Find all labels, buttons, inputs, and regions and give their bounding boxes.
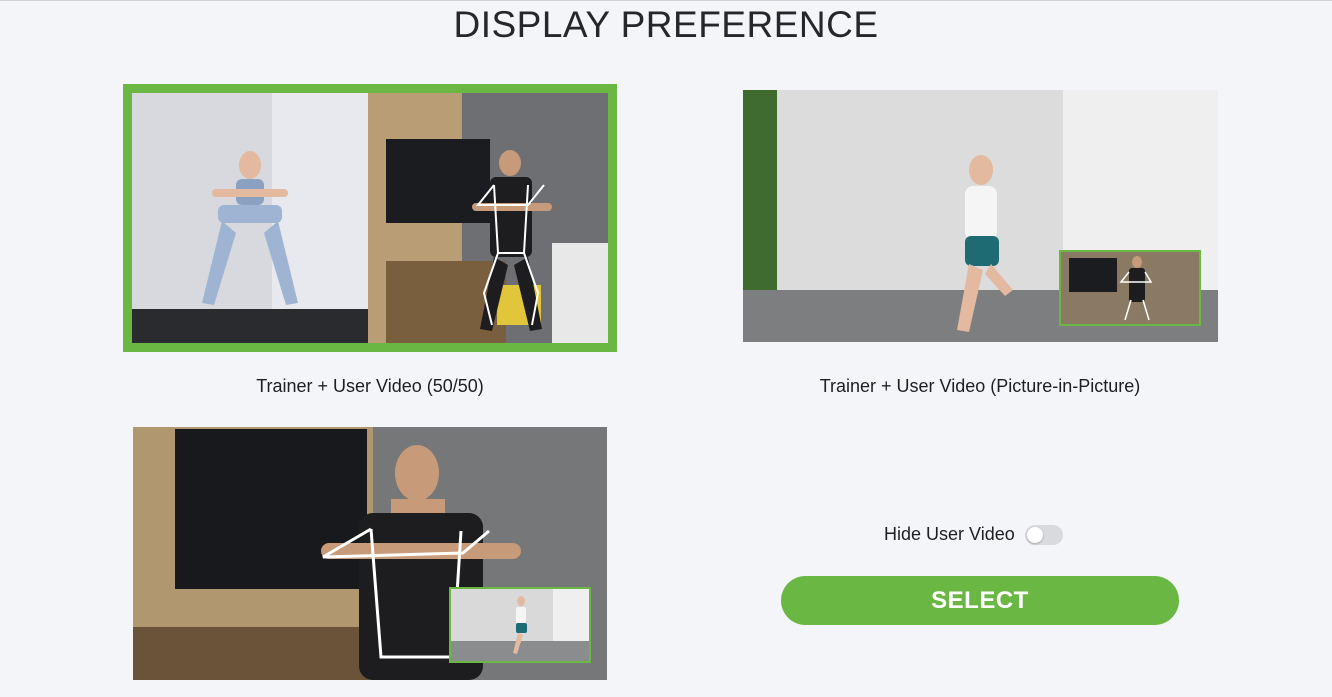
pip-thumbnail[interactable] — [743, 90, 1218, 342]
toggle-knob — [1026, 526, 1043, 543]
page-title: DISPLAY PREFERENCE — [453, 4, 879, 45]
display-preference-page: DISPLAY PREFERENCE Trainer + User Video … — [0, 0, 1332, 697]
split-view-thumbnail[interactable] — [123, 84, 617, 352]
select-button[interactable]: SELECT — [781, 576, 1179, 625]
option-split-view[interactable]: Trainer + User Video (50/50) — [123, 84, 617, 396]
split-view-preview-image — [132, 93, 608, 343]
hide-user-video-label: Hide User Video — [884, 524, 1015, 544]
hide-user-video-row: Hide User Video — [884, 524, 1063, 545]
user-focus-thumbnail[interactable] — [133, 427, 607, 680]
pip-preview-image — [743, 90, 1218, 342]
option-label: Trainer + User Video (50/50) — [256, 376, 484, 396]
option-label: Trainer + User Video (Picture-in-Picture… — [819, 376, 1141, 396]
top-divider — [0, 0, 1332, 1]
option-user-focus[interactable] — [133, 427, 607, 680]
option-picture-in-picture[interactable]: Trainer + User Video (Picture-in-Picture… — [743, 90, 1218, 396]
user-focus-preview-image — [133, 427, 607, 680]
hide-user-video-toggle[interactable] — [1024, 524, 1063, 545]
